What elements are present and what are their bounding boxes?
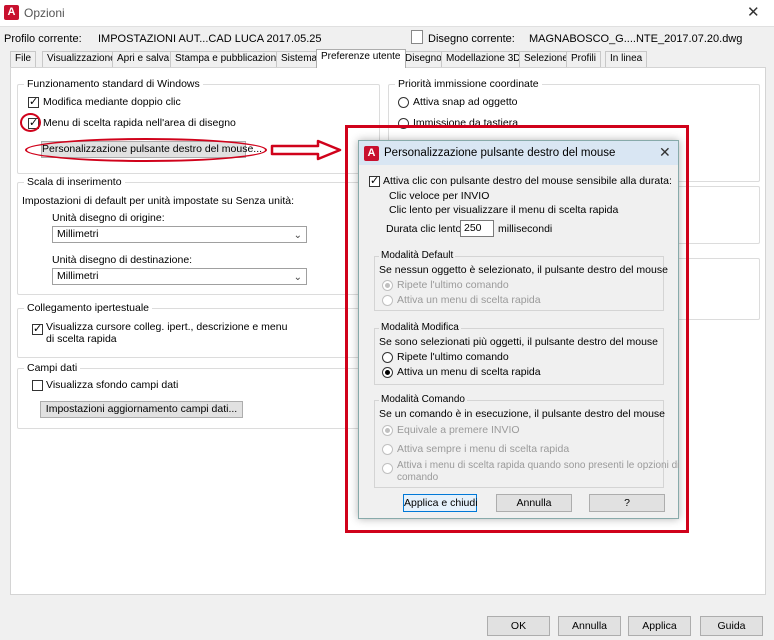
edit-mode-group: Modalità Modifica Se sono selezionati pi… — [374, 322, 664, 385]
edit-menu-radio[interactable] — [382, 367, 393, 378]
tab-in-linea[interactable]: In linea — [605, 51, 648, 67]
apply-button[interactable]: Applica — [628, 616, 691, 636]
close-icon[interactable]: ✕ — [659, 144, 671, 161]
default-mode-title: Modalità Default — [379, 250, 456, 261]
annotation-circle — [20, 113, 41, 132]
window-title: Opzioni — [24, 6, 65, 20]
source-units-value: Millimetri — [57, 228, 99, 240]
edit-mode-title: Modalità Modifica — [379, 322, 461, 333]
command-enter-label: Equivale a premere INVIO — [397, 424, 520, 436]
tab-stampa[interactable]: Stampa e pubblicazione — [170, 51, 287, 67]
tab-modellazione-3d[interactable]: Modellazione 3D — [441, 51, 526, 67]
autocad-logo-icon: A — [4, 5, 19, 20]
slow-duration-unit: millisecondi — [498, 223, 553, 235]
command-always-menu-label: Attiva sempre i menu di scelta rapida — [397, 443, 570, 455]
hyperlink-group: Collegamento ipertestuale Visualizza cur… — [17, 302, 380, 358]
source-units-select[interactable]: Millimetri ⌄ — [52, 226, 307, 243]
insert-scale-group: Scala di inserimento Impostazioni di def… — [17, 176, 380, 295]
time-sensitive-checkbox[interactable] — [369, 174, 380, 187]
command-enter-radio[interactable] — [382, 425, 393, 436]
hyperlink-checkbox[interactable] — [32, 322, 43, 335]
default-repeat-label: Ripete l'ultimo comando — [397, 279, 509, 291]
ok-button[interactable]: OK — [487, 616, 550, 636]
default-mode-group: Modalità Default Se nessun oggetto è sel… — [374, 250, 668, 311]
time-sensitive-label: Attiva clic con pulsante destro del mous… — [383, 175, 672, 187]
tab-visualizzazione[interactable]: Visualizzazione — [42, 51, 121, 67]
hyperlink-title: Collegamento ipertestuale — [24, 302, 152, 314]
command-always-menu-radio[interactable] — [382, 444, 393, 455]
tab-preferenze-utente[interactable]: Preferenze utente — [316, 49, 406, 68]
default-mode-desc: Se nessun oggetto è selezionato, il puls… — [379, 264, 668, 276]
target-units-label: Unità disegno di destinazione: — [52, 254, 193, 266]
default-menu-radio[interactable] — [382, 295, 393, 306]
drawing-value: MAGNABOSCO_G....NTE_2017.07.20.dwg — [529, 33, 743, 45]
subdialog-help-button[interactable]: ? — [589, 494, 665, 512]
tab-apri-e-salva[interactable]: Apri e salva — [112, 51, 175, 67]
chevron-down-icon: ⌄ — [293, 272, 302, 283]
default-repeat-radio[interactable] — [382, 280, 393, 291]
profile-value: IMPOSTAZIONI AUT...CAD LUCA 2017.05.25 — [98, 33, 322, 45]
subdialog-titlebar: A Personalizzazione pulsante destro del … — [359, 141, 678, 165]
slow-duration-label: Durata clic lento: — [386, 223, 465, 235]
drawing-file-icon — [411, 30, 423, 44]
double-click-checkbox[interactable] — [28, 95, 39, 108]
chevron-down-icon: ⌄ — [293, 230, 302, 241]
default-menu-label: Attiva un menu di scelta rapida — [397, 294, 541, 306]
fields-update-button[interactable]: Impostazioni aggiornamento campi dati... — [40, 401, 243, 418]
command-mode-desc: Se un comando è in esecuzione, il pulsan… — [379, 408, 666, 420]
double-click-label: Modifica mediante doppio clic — [43, 96, 181, 108]
insert-scale-description: Impostazioni di default per unità impost… — [22, 195, 294, 207]
right-click-customization-dialog: A Personalizzazione pulsante destro del … — [358, 140, 679, 519]
window-titlebar: A Opzioni ✕ — [0, 0, 774, 26]
target-units-select[interactable]: Millimetri ⌄ — [52, 268, 307, 285]
help-button[interactable]: Guida — [700, 616, 763, 636]
annotation-ellipse — [25, 138, 267, 162]
close-icon[interactable]: ✕ — [747, 3, 760, 21]
apply-close-button[interactable]: Applica e chiudi — [403, 494, 478, 512]
slow-click-label: Clic lento per visualizzare il menu di s… — [389, 204, 619, 216]
command-mode-title: Modalità Comando — [379, 394, 467, 405]
windows-standard-title: Funzionamento standard di Windows — [24, 78, 203, 90]
edit-repeat-radio[interactable] — [382, 352, 393, 363]
osnap-label: Attiva snap ad oggetto — [413, 96, 518, 108]
source-units-label: Unità disegno di origine: — [52, 212, 165, 224]
command-options-menu-label-line1: Attiva i menu di scelta rapida quando so… — [397, 460, 680, 471]
drawing-label: Disegno corrente: — [428, 33, 515, 45]
fields-title: Campi dati — [24, 362, 81, 374]
hyperlink-label-line1: Visualizza cursore colleg. ipert., descr… — [46, 321, 288, 333]
coordinate-priority-title: Priorità immissione coordinate — [395, 78, 542, 90]
tab-disegno[interactable]: Disegno — [400, 51, 447, 67]
command-options-menu-radio[interactable] — [382, 463, 393, 474]
tab-profili[interactable]: Profili — [566, 51, 602, 67]
fast-click-label: Clic veloce per INVIO — [389, 190, 490, 202]
hyperlink-label-line2: di scelta rapida — [46, 333, 117, 345]
subdialog-title: Personalizzazione pulsante destro del mo… — [384, 147, 616, 159]
edit-menu-label: Attiva un menu di scelta rapida — [397, 366, 541, 378]
fields-background-label: Visualizza sfondo campi dati — [46, 379, 179, 391]
edit-repeat-label: Ripete l'ultimo comando — [397, 351, 509, 363]
target-units-value: Millimetri — [57, 270, 99, 282]
osnap-radio[interactable] — [398, 97, 409, 108]
profile-label: Profilo corrente: — [4, 33, 82, 45]
tab-selezione[interactable]: Selezione — [519, 51, 573, 67]
fields-group: Campi dati Visualizza sfondo campi dati … — [17, 362, 380, 429]
insert-scale-title: Scala di inserimento — [24, 176, 125, 188]
subdialog-cancel-button[interactable]: Annulla — [496, 494, 572, 512]
slow-duration-input[interactable]: 250 — [460, 220, 494, 237]
shortcut-menu-label: Menu di scelta rapida nell'area di diseg… — [43, 117, 236, 129]
command-mode-group: Modalità Comando Se un comando è in esec… — [374, 394, 679, 488]
edit-mode-desc: Se sono selezionati più oggetti, il puls… — [379, 336, 659, 348]
cancel-button[interactable]: Annulla — [558, 616, 621, 636]
autocad-logo-icon: A — [364, 146, 379, 161]
tab-file[interactable]: File — [10, 51, 37, 67]
command-options-menu-label-line2: comando — [397, 472, 439, 483]
arrow-right-icon — [270, 139, 342, 161]
fields-background-checkbox[interactable] — [32, 380, 43, 391]
